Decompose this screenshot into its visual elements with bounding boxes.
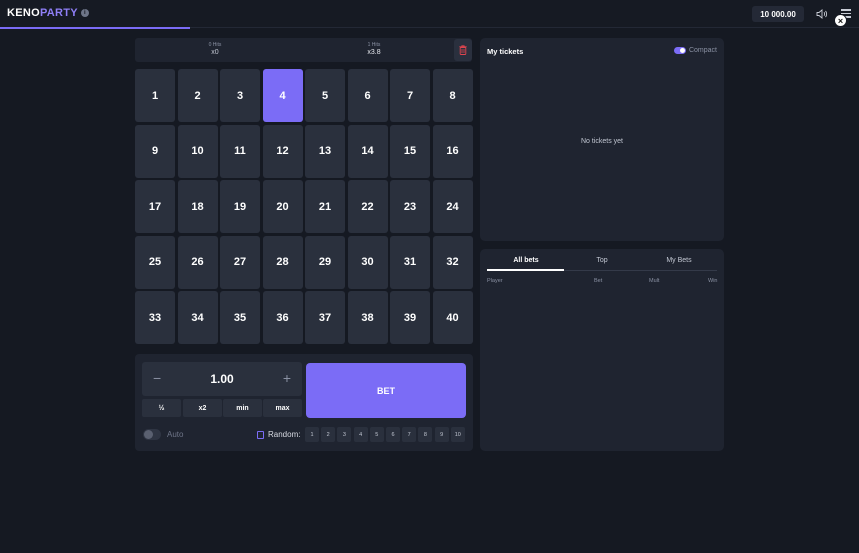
random-option-9[interactable]: 9 bbox=[434, 427, 449, 442]
number-cell-24[interactable]: 24 bbox=[432, 180, 473, 233]
random-option-5[interactable]: 5 bbox=[369, 427, 384, 442]
top-bar bbox=[0, 0, 859, 28]
random-checkbox[interactable] bbox=[257, 431, 264, 439]
number-cell-39[interactable]: 39 bbox=[390, 291, 430, 344]
random-option-8[interactable]: 8 bbox=[418, 427, 433, 442]
number-cell-14[interactable]: 14 bbox=[347, 124, 388, 178]
compact-toggle[interactable]: Compact bbox=[673, 47, 717, 54]
hit-0: 0 Hits x0 bbox=[195, 42, 235, 56]
max-button[interactable]: max bbox=[263, 399, 302, 417]
logo-party: PARTY bbox=[39, 7, 78, 19]
hit-1: 1 Hits x3.8 bbox=[354, 42, 394, 56]
random-option-4[interactable]: 4 bbox=[353, 427, 368, 442]
bet-amount-input[interactable]: − 1.00 + bbox=[142, 362, 302, 396]
number-cell-23[interactable]: 23 bbox=[390, 180, 430, 233]
tab-all-bets[interactable]: All bets bbox=[487, 257, 565, 264]
number-cell-35[interactable]: 35 bbox=[220, 291, 260, 344]
random-option-6[interactable]: 6 bbox=[386, 427, 400, 442]
column-win: Win bbox=[708, 278, 718, 284]
random-option-2[interactable]: 2 bbox=[321, 427, 336, 442]
random-option-1[interactable]: 1 bbox=[305, 427, 319, 442]
number-cell-34[interactable]: 34 bbox=[177, 291, 218, 344]
number-cell-38[interactable]: 38 bbox=[347, 291, 388, 344]
number-cell-30[interactable]: 30 bbox=[347, 235, 388, 289]
bet-amount-value: 1.00 bbox=[210, 372, 234, 386]
bet-button[interactable]: BET bbox=[306, 363, 466, 418]
number-cell-31[interactable]: 31 bbox=[390, 235, 430, 289]
bet-panel: − 1.00 + ½ x2 min max BET Auto Random: 1… bbox=[135, 354, 473, 451]
number-cell-12[interactable]: 12 bbox=[262, 124, 303, 178]
number-cell-33[interactable]: 33 bbox=[135, 291, 175, 344]
number-cell-9[interactable]: 9 bbox=[135, 124, 175, 178]
logo: KENO PARTY i bbox=[7, 7, 89, 19]
half-button[interactable]: ½ bbox=[142, 399, 181, 417]
double-button[interactable]: x2 bbox=[183, 399, 222, 417]
random-option-3[interactable]: 3 bbox=[337, 427, 352, 442]
logo-keno: KENO bbox=[7, 7, 40, 19]
hits-bar: 0 Hits x0 1 Hits x3.8 bbox=[135, 38, 472, 62]
number-cell-18[interactable]: 18 bbox=[177, 180, 218, 233]
number-cell-11[interactable]: 11 bbox=[220, 124, 260, 178]
number-cell-15[interactable]: 15 bbox=[390, 124, 430, 178]
tab-divider bbox=[564, 270, 717, 271]
clear-button[interactable] bbox=[454, 39, 472, 61]
empty-message: No tickets yet bbox=[580, 138, 623, 145]
hit-label: 0 Hits bbox=[208, 42, 222, 48]
number-cell-29[interactable]: 29 bbox=[305, 235, 345, 289]
min-button[interactable]: min bbox=[223, 399, 262, 417]
number-cell-20[interactable]: 20 bbox=[262, 180, 303, 233]
number-cell-27[interactable]: 27 bbox=[220, 235, 260, 289]
number-cell-21[interactable]: 21 bbox=[305, 180, 345, 233]
bets-panel: All bets Top My Bets Player Bet Mult Win bbox=[480, 249, 724, 451]
tab-top[interactable]: Top bbox=[563, 257, 641, 264]
column-mult: Mult bbox=[649, 278, 660, 284]
number-cell-7[interactable]: 7 bbox=[390, 69, 430, 122]
random-option-10[interactable]: 10 bbox=[450, 427, 465, 442]
number-cell-32[interactable]: 32 bbox=[432, 235, 473, 289]
hit-label: 1 Hits bbox=[367, 42, 381, 48]
balance-display: 10 000.00 bbox=[752, 6, 804, 22]
number-cell-3[interactable]: 3 bbox=[220, 69, 260, 122]
number-cell-25[interactable]: 25 bbox=[135, 235, 175, 289]
number-cell-13[interactable]: 13 bbox=[305, 124, 345, 178]
random-option-7[interactable]: 7 bbox=[402, 427, 417, 442]
hit-multiplier: x0 bbox=[211, 49, 219, 56]
number-cell-26[interactable]: 26 bbox=[177, 235, 218, 289]
number-grid: 1 2 3 4 5 6 7 8 9 10 11 12 13 14 15 16 17 18 19 20 21 22 23 24 2… bbox=[135, 69, 474, 344]
hit-multiplier: x3.8 bbox=[367, 49, 381, 56]
sound-icon[interactable] bbox=[816, 8, 828, 20]
column-bet: Bet bbox=[594, 278, 603, 284]
number-cell-22[interactable]: 22 bbox=[347, 180, 388, 233]
number-cell-40[interactable]: 40 bbox=[432, 291, 473, 344]
progress-bar bbox=[0, 27, 190, 29]
random-label: Random: bbox=[268, 430, 301, 439]
my-tickets-panel: My tickets Compact No tickets yet bbox=[480, 38, 724, 241]
active-tab-indicator bbox=[487, 269, 564, 271]
panel-title: My tickets bbox=[487, 47, 524, 56]
number-cell-2[interactable]: 2 bbox=[177, 69, 218, 122]
number-cell-28[interactable]: 28 bbox=[262, 235, 303, 289]
number-cell-19[interactable]: 19 bbox=[220, 180, 260, 233]
number-cell-4[interactable]: 4 bbox=[262, 69, 303, 122]
number-cell-17[interactable]: 17 bbox=[135, 180, 175, 233]
column-player: Player bbox=[487, 278, 503, 284]
number-cell-10[interactable]: 10 bbox=[177, 124, 218, 178]
close-icon[interactable]: × bbox=[834, 14, 847, 27]
number-cell-8[interactable]: 8 bbox=[432, 69, 473, 122]
number-cell-16[interactable]: 16 bbox=[432, 124, 473, 178]
number-cell-6[interactable]: 6 bbox=[347, 69, 388, 122]
info-icon[interactable]: i bbox=[80, 9, 89, 17]
compact-label: Compact bbox=[688, 47, 717, 54]
number-cell-37[interactable]: 37 bbox=[305, 291, 345, 344]
number-cell-36[interactable]: 36 bbox=[262, 291, 303, 344]
auto-label: Auto bbox=[167, 430, 184, 439]
compact-switch[interactable] bbox=[673, 47, 686, 54]
increase-button[interactable]: + bbox=[283, 370, 291, 386]
number-cell-1[interactable]: 1 bbox=[135, 69, 175, 122]
trash-icon bbox=[459, 45, 467, 55]
tab-my-bets[interactable]: My Bets bbox=[640, 257, 718, 264]
number-cell-5[interactable]: 5 bbox=[305, 69, 345, 122]
auto-toggle[interactable] bbox=[143, 429, 161, 440]
